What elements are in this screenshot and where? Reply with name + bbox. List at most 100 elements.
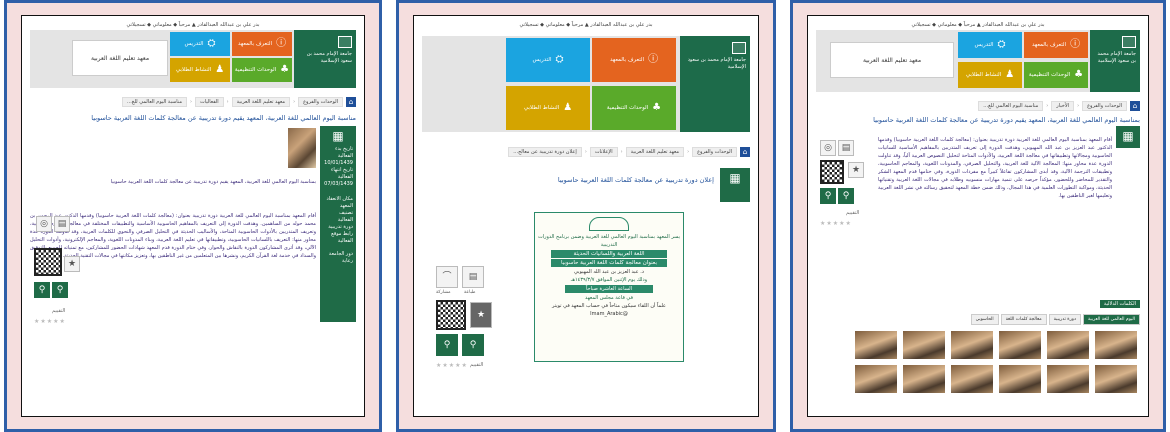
poster-line: في قاعة مجلس المعهد xyxy=(585,295,633,301)
gallery-thumbnail[interactable] xyxy=(1094,330,1138,360)
teacher-icon: ⛭ xyxy=(997,39,1006,50)
print-icon[interactable]: ▤ xyxy=(54,216,70,232)
calendar-badge: ▦ xyxy=(720,168,750,202)
print-label: طباعة xyxy=(464,290,476,295)
org-label: دور الجامعة xyxy=(328,251,353,257)
zoom-icon[interactable]: ⚲ xyxy=(462,334,484,356)
tile-identification[interactable]: ⓘ التعرف بالمعهد xyxy=(1024,32,1088,58)
home-icon[interactable]: ⌂ xyxy=(740,147,750,157)
tile-units[interactable]: ♣ الوحدات التنظيمية xyxy=(232,58,292,82)
gallery-thumbnail[interactable] xyxy=(950,330,994,360)
page-title: إعلان دورة تدريبية عن معالجة كلمات اللغة… xyxy=(557,176,714,184)
chevron-icon: ‹ xyxy=(1077,103,1080,109)
tile-units[interactable]: ♣ الوحدات التنظيمية xyxy=(592,86,676,130)
breadcrumb-item[interactable]: الإعلانات xyxy=(589,147,618,157)
breadcrumb-item[interactable]: معهد تعليم اللغة العربية xyxy=(625,147,685,157)
screenshot-frame-1: بدر علي بن عبدالله العبدالقادر ▲ مرحباً … xyxy=(4,0,382,432)
favorite-icon[interactable]: ★ xyxy=(848,162,864,178)
print-icon[interactable]: ▤ xyxy=(838,140,854,156)
breadcrumb: ⌂ الوحدات والفروع ‹ معهد تعليم اللغة العر… xyxy=(422,146,750,158)
event-body: أقام المعهد بمناسبة اليوم العالمي للغة ا… xyxy=(30,213,316,259)
org-chart-icon: ♣ xyxy=(652,102,662,113)
favorite-icon[interactable]: ★ xyxy=(470,302,492,328)
rating-stars[interactable]: ★★★★★ xyxy=(436,362,468,369)
rating-label: التقييم xyxy=(52,308,66,314)
gallery-thumbnail[interactable] xyxy=(1046,330,1090,360)
poster-logo-icon xyxy=(589,217,629,231)
tile-teaching[interactable]: ⛭ التدريس xyxy=(170,32,230,56)
search-icon[interactable]: ⚲ xyxy=(436,334,458,356)
search-icon[interactable]: ⚲ xyxy=(820,188,836,204)
poster-line: اللغة العربية واللسانيات الحديثة xyxy=(551,250,667,258)
calendar-icon: ▦ xyxy=(729,171,741,185)
activities-icon: ♟ xyxy=(1005,69,1015,80)
keyword-tag[interactable]: دورة تدريبية xyxy=(1048,314,1081,325)
home-icon[interactable]: ⌂ xyxy=(1130,101,1140,111)
university-logo[interactable]: جامعة الإمام محمد بن سعود الإسلامية xyxy=(294,30,356,88)
tile-teaching[interactable]: ⛭ التدريس xyxy=(506,38,590,82)
rating-stars[interactable]: ★★★★★ xyxy=(34,318,66,325)
tile-teaching[interactable]: ⛭ التدريس xyxy=(958,32,1022,58)
breadcrumb-item[interactable]: الوحدات والفروع xyxy=(1082,101,1127,111)
share-icon[interactable]: ◎ xyxy=(36,216,52,232)
site-label[interactable]: رابط موقع الفعالية xyxy=(323,231,353,245)
breadcrumb-item[interactable]: الأخبار xyxy=(1051,101,1075,111)
site-header: جامعة الإمام محمد بن سعود الإسلامية ⓘ الت… xyxy=(30,30,356,88)
institute-name: معهد تعليم اللغة العربية xyxy=(72,40,168,76)
zoom-icon[interactable]: ⚲ xyxy=(838,188,854,204)
screenshot-frame-3: بدر علي بن عبدالله العبدالقادر ▲ مرحباً … xyxy=(790,0,1166,432)
gallery-thumbnail[interactable] xyxy=(950,364,994,394)
keyword-tag[interactable]: الحاسوبي xyxy=(970,314,999,325)
tile-identification[interactable]: ⓘ التعرف بالمعهد xyxy=(232,32,292,56)
breadcrumb-item[interactable]: معهد تعليم اللغة العربية xyxy=(231,97,291,107)
home-icon[interactable]: ⌂ xyxy=(346,97,356,107)
chevron-icon: ‹ xyxy=(293,99,296,105)
type-value: دورة تدريبية xyxy=(328,224,353,230)
gallery-thumbnail[interactable] xyxy=(902,364,946,394)
tile-identification[interactable]: ⓘ التعرف بالمعهد xyxy=(592,38,676,82)
top-links[interactable]: بدر علي بن عبدالله العبدالقادر ▲ مرحباً … xyxy=(414,22,758,32)
tile-units[interactable]: ♣ الوحدات التنظيمية xyxy=(1024,62,1088,88)
breadcrumb: ⌂ الوحدات والفروع ‹ معهد تعليم اللغة العر… xyxy=(30,96,356,108)
share-icon[interactable]: ⌒ xyxy=(436,266,458,288)
gallery-thumbnail[interactable] xyxy=(1046,364,1090,394)
tile-activities[interactable]: ♟ النشاط الطلابي xyxy=(506,86,590,130)
keyword-tag[interactable]: معالجة كلمات اللغة xyxy=(1000,314,1047,325)
gallery-thumbnail[interactable] xyxy=(998,364,1042,394)
search-icon[interactable]: ⚲ xyxy=(34,282,50,298)
share-icon[interactable]: ◎ xyxy=(820,140,836,156)
rating-label: التقييم xyxy=(470,362,484,368)
print-icon[interactable]: ▤ xyxy=(462,266,484,288)
university-logo[interactable]: جامعة الإمام محمد بن سعود الإسلامية xyxy=(680,36,750,132)
university-logo[interactable]: جامعة الإمام محمد بن سعود الإسلامية xyxy=(1090,30,1140,92)
rating-stars[interactable]: ★★★★★ xyxy=(820,220,852,227)
tile-activities[interactable]: ♟ النشاط الطلابي xyxy=(958,62,1022,88)
page-3: بدر علي بن عبدالله العبدالقادر ▲ مرحباً … xyxy=(807,15,1149,417)
org-value: رعاية xyxy=(342,258,353,264)
favorite-icon[interactable]: ★ xyxy=(64,256,80,272)
chevron-icon: ‹ xyxy=(190,99,193,105)
gallery-thumbnail[interactable] xyxy=(998,330,1042,360)
qr-code xyxy=(34,248,62,276)
breadcrumb: ⌂ الوحدات والفروع ‹ الأخبار ‹ مناسبة اليوم… xyxy=(816,100,1140,112)
page-title: مناسبة اليوم العالمي للغة العربية، المعه… xyxy=(91,114,356,122)
breadcrumb-item: مناسبة اليوم العالمي للغ... xyxy=(978,101,1044,111)
end-date: 07/03/1439 xyxy=(324,181,353,187)
keyword-tag[interactable]: اليوم العالمي للغة العربية xyxy=(1082,314,1140,325)
breadcrumb-item[interactable]: الوحدات والفروع xyxy=(692,147,737,157)
gallery-thumbnail[interactable] xyxy=(854,364,898,394)
page-2: بدر علي بن عبدالله العبدالقادر ▲ مرحباً … xyxy=(413,15,759,417)
poster-line: علماً أن اللقاء سيكون متاحاً في حساب الم… xyxy=(551,303,667,309)
tile-activities[interactable]: ♟ النشاط الطلابي xyxy=(170,58,230,82)
breadcrumb-item[interactable]: الفعاليات xyxy=(195,97,224,107)
gallery-thumbnail[interactable] xyxy=(854,330,898,360)
poster-line: وذلك يوم الإثنين الموافق ١٤٣٩/٣/٧هـ xyxy=(570,277,648,283)
place-value: المعهد xyxy=(339,203,353,209)
info-icon: ⓘ xyxy=(276,38,287,49)
news-body: أقام المعهد بمناسبة اليوم العالمي للغة ا… xyxy=(878,137,1112,199)
qr-code xyxy=(820,160,844,184)
zoom-icon[interactable]: ⚲ xyxy=(52,282,68,298)
gallery-thumbnail[interactable] xyxy=(902,330,946,360)
breadcrumb-item[interactable]: الوحدات والفروع xyxy=(298,97,343,107)
gallery-thumbnail[interactable] xyxy=(1094,364,1138,394)
